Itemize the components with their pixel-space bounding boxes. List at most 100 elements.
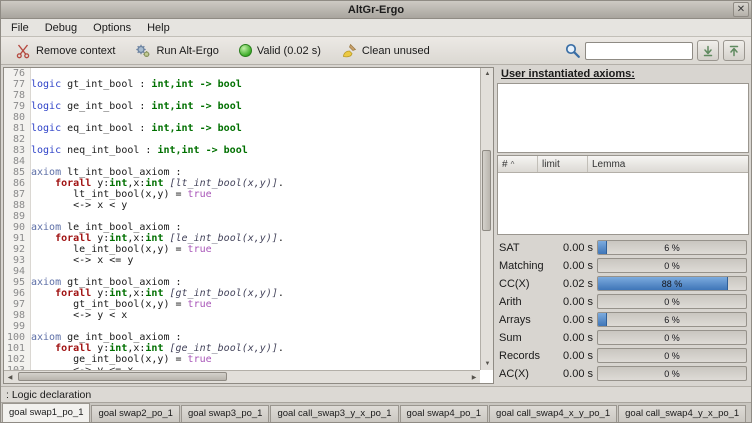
stat-percent: 0 %	[598, 349, 746, 362]
code-line[interactable]: 81logic eq_int_bool : int,int -> bool	[4, 123, 480, 134]
code-line[interactable]: 102 ge_int_bool(x,y) = true	[4, 354, 480, 365]
code-text	[31, 134, 480, 145]
tab-goal-call_swap3_y_x_po_1[interactable]: goal call_swap3_y_x_po_1	[270, 405, 398, 422]
stat-row-acx: AC(X)0.00 s0 %	[499, 365, 749, 382]
code-line[interactable]: 80	[4, 112, 480, 123]
window-title: AltGr-Ergo	[1, 4, 751, 16]
line-number: 76	[4, 68, 31, 79]
code-line[interactable]: 94	[4, 266, 480, 277]
code-line[interactable]: 82	[4, 134, 480, 145]
stat-time: 0.00 s	[553, 332, 593, 344]
menu-item-options[interactable]: Options	[85, 21, 139, 35]
menu-item-file[interactable]: File	[3, 21, 37, 35]
run-altergo-button[interactable]: Run Alt-Ergo	[127, 39, 226, 63]
stat-time: 0.00 s	[553, 314, 593, 326]
tab-goal-call_swap4_x_y_po_1[interactable]: goal call_swap4_x_y_po_1	[489, 405, 617, 422]
tab-goal-swap4_po_1[interactable]: goal swap4_po_1	[400, 405, 488, 422]
statusbar: : Logic declaration	[1, 386, 751, 402]
code-line[interactable]: 89	[4, 211, 480, 222]
scroll-right-icon[interactable]: ▶	[468, 371, 480, 383]
search-input[interactable]	[585, 42, 693, 60]
column-header-lemma[interactable]: Lemma	[588, 156, 748, 172]
stat-time: 0.00 s	[553, 368, 593, 380]
code-line[interactable]: 92 le_int_bool(x,y) = true	[4, 244, 480, 255]
stat-time: 0.02 s	[553, 278, 593, 290]
horizontal-scrollbar-thumb[interactable]	[18, 372, 227, 381]
instantiated-axioms-list[interactable]	[497, 83, 749, 153]
code-text: logic gt_int_bool : int,int -> bool	[31, 79, 480, 90]
code-line[interactable]: 88 <-> x < y	[4, 200, 480, 211]
code-line[interactable]: 97 gt_int_bool(x,y) = true	[4, 299, 480, 310]
remove-context-label: Remove context	[36, 45, 115, 57]
code-line[interactable]: 86 forall y:int,x:int [lt_int_bool(x,y)]…	[4, 178, 480, 189]
menu-item-debug[interactable]: Debug	[37, 21, 85, 35]
code-line[interactable]: 99	[4, 321, 480, 332]
scissors-icon	[15, 43, 31, 59]
code-line[interactable]: 91 forall y:int,x:int [le_int_bool(x,y)]…	[4, 233, 480, 244]
column-header-number[interactable]: # ^	[498, 156, 538, 172]
stat-row-arith: Arith0.00 s0 %	[499, 293, 749, 310]
close-button[interactable]: ✕	[733, 2, 749, 17]
instantiated-axioms-title: User instantiated axioms:	[497, 67, 749, 83]
stat-label: Arith	[499, 296, 549, 308]
tab-goal-swap1_po_1[interactable]: goal swap1_po_1	[2, 403, 90, 422]
code-text	[31, 321, 480, 332]
scroll-down-icon[interactable]: ▼	[481, 358, 494, 370]
horizontal-scrollbar[interactable]: ◀ ▶	[4, 370, 480, 383]
stat-progressbar: 0 %	[597, 330, 747, 345]
line-number: 83	[4, 145, 31, 156]
vertical-scrollbar-thumb[interactable]	[482, 150, 491, 232]
code-text	[31, 112, 480, 123]
stat-label: Records	[499, 350, 549, 362]
valid-status-button[interactable]: Valid (0.02 s)	[231, 40, 329, 61]
line-number: 102	[4, 354, 31, 365]
titlebar[interactable]: AltGr-Ergo ✕	[1, 1, 751, 19]
code-line[interactable]: 84	[4, 156, 480, 167]
code-line[interactable]: 90axiom le_int_bool_axiom :	[4, 222, 480, 233]
vertical-scrollbar[interactable]: ▲ ▼	[480, 68, 493, 370]
search-down-button[interactable]	[697, 40, 719, 61]
code-line[interactable]: 78	[4, 90, 480, 101]
tab-goal-swap2_po_1[interactable]: goal swap2_po_1	[91, 405, 179, 422]
line-number: 93	[4, 255, 31, 266]
stat-label: SAT	[499, 242, 549, 254]
code-text: le_int_bool(x,y) = true	[31, 244, 480, 255]
code-line[interactable]: 101 forall y:int,x:int [ge_int_bool(x,y)…	[4, 343, 480, 354]
clean-unused-button[interactable]: Clean unused	[333, 39, 438, 63]
code-text: logic ge_int_bool : int,int -> bool	[31, 101, 480, 112]
line-number: 79	[4, 101, 31, 112]
stat-label: AC(X)	[499, 368, 549, 380]
scroll-left-icon[interactable]: ◀	[4, 371, 16, 383]
code-line[interactable]: 100axiom ge_int_bool_axiom :	[4, 332, 480, 343]
code-line[interactable]: 87 lt_int_bool(x,y) = true	[4, 189, 480, 200]
code-text	[31, 211, 480, 222]
code-line[interactable]: 76	[4, 68, 480, 79]
lemma-table-body[interactable]	[498, 173, 748, 234]
code-line[interactable]: 77logic gt_int_bool : int,int -> bool	[4, 79, 480, 90]
code-line[interactable]: 98 <-> y < x	[4, 310, 480, 321]
menu-item-help[interactable]: Help	[139, 21, 178, 35]
code-line[interactable]: 85axiom lt_int_bool_axiom :	[4, 167, 480, 178]
code-line[interactable]: 96 forall y:int,x:int [gt_int_bool(x,y)]…	[4, 288, 480, 299]
line-number: 101	[4, 343, 31, 354]
stat-row-records: Records0.00 s0 %	[499, 347, 749, 364]
code-line[interactable]: 95axiom gt_int_bool_axiom :	[4, 277, 480, 288]
tab-goal-swap3_po_1[interactable]: goal swap3_po_1	[181, 405, 269, 422]
line-number: 86	[4, 178, 31, 189]
scroll-up-icon[interactable]: ▲	[481, 68, 494, 80]
code-text: forall y:int,x:int [gt_int_bool(x,y)].	[31, 288, 480, 299]
menubar: FileDebugOptionsHelp	[1, 19, 751, 37]
code-line[interactable]: 93 <-> x <= y	[4, 255, 480, 266]
tab-goal-call_swap4_y_x_po_1[interactable]: goal call_swap4_y_x_po_1	[618, 405, 746, 422]
stat-label: Matching	[499, 260, 549, 272]
code-editor[interactable]: 7677logic gt_int_bool : int,int -> bool7…	[3, 67, 494, 384]
code-text: <-> x < y	[31, 200, 480, 211]
stat-percent: 6 %	[598, 313, 746, 326]
column-header-limit[interactable]: limit	[538, 156, 588, 172]
stat-label: CC(X)	[499, 278, 549, 290]
code-line[interactable]: 79logic ge_int_bool : int,int -> bool	[4, 101, 480, 112]
search-up-button[interactable]	[723, 40, 745, 61]
code-line[interactable]: 83logic neq_int_bool : int,int -> bool	[4, 145, 480, 156]
valid-status-icon	[239, 44, 252, 57]
remove-context-button[interactable]: Remove context	[7, 39, 123, 63]
